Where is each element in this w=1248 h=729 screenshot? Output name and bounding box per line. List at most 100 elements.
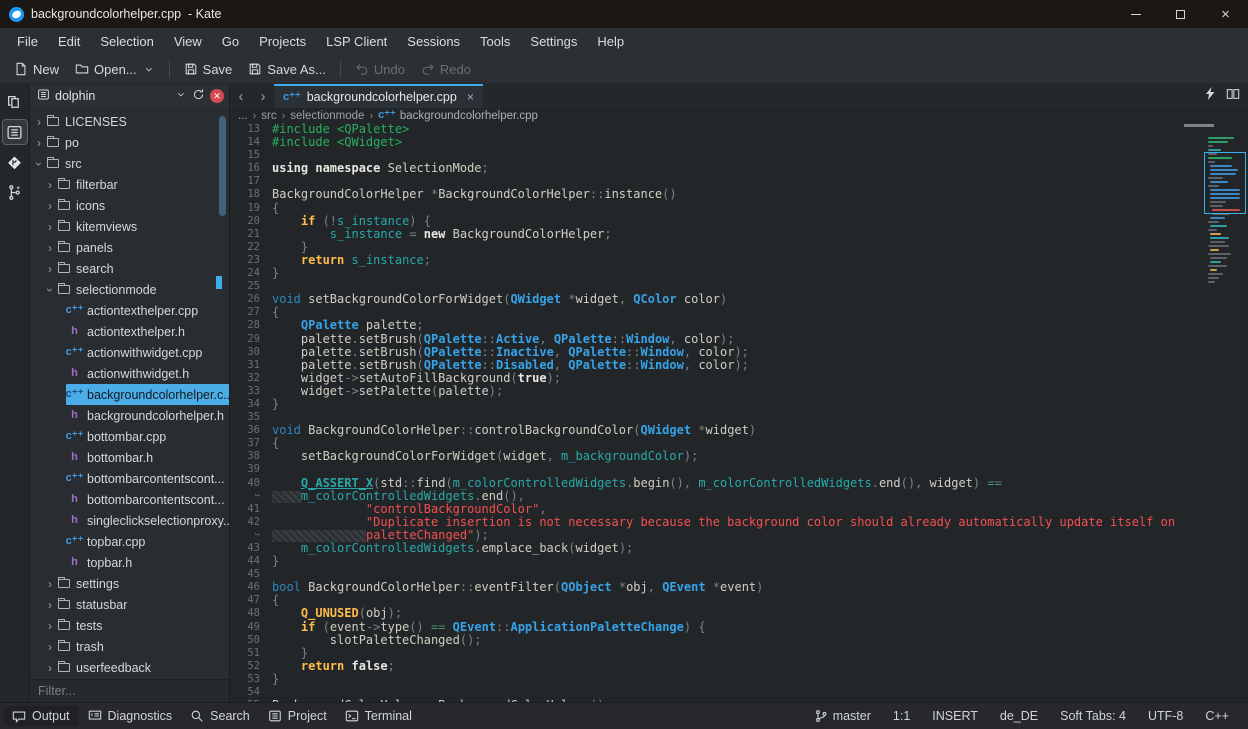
tree-item-kitemviews[interactable]: ›kitemviews — [30, 216, 229, 237]
close-project-icon[interactable]: ✕ — [210, 89, 224, 103]
tree-item-actiontexthelper-h[interactable]: hactiontexthelper.h — [30, 321, 229, 342]
expander-chevron-icon[interactable]: › — [45, 199, 55, 213]
statusbar-utf-8[interactable]: UTF-8 — [1139, 706, 1192, 726]
tree-item-topbar-cpp[interactable]: c⁺⁺topbar.cpp — [30, 531, 229, 552]
tree-item-label: po — [65, 136, 79, 150]
tree-item-search[interactable]: ›search — [30, 258, 229, 279]
menu-edit[interactable]: Edit — [49, 31, 89, 52]
tree-item-backgroundcolorhelper-c-[interactable]: c⁺⁺backgroundcolorhelper.c... — [30, 384, 229, 405]
menu-projects[interactable]: Projects — [250, 31, 315, 52]
undo-button[interactable]: Undo — [347, 59, 413, 80]
tab-backgroundcolorhelper[interactable]: c⁺⁺ backgroundcolorhelper.cpp × — [274, 84, 483, 108]
expander-chevron-icon[interactable]: › — [34, 136, 44, 150]
refresh-icon[interactable] — [192, 88, 205, 104]
expander-chevron-icon[interactable]: › — [45, 220, 55, 234]
tree-item-actionwithwidget-h[interactable]: hactionwithwidget.h — [30, 363, 229, 384]
minimize-button[interactable] — [1113, 0, 1158, 28]
chevron-down-icon[interactable] — [176, 89, 187, 103]
tab-close-icon[interactable]: × — [467, 90, 474, 104]
menu-go[interactable]: Go — [213, 31, 248, 52]
line-number: 18 — [230, 188, 272, 201]
filter-input[interactable] — [38, 684, 221, 698]
tree-item-bottombarcontentscont-[interactable]: c⁺⁺bottombarcontentscont... — [30, 468, 229, 489]
tree-item-bottombar-h[interactable]: hbottombar.h — [30, 447, 229, 468]
tree-item-trash[interactable]: ›trash — [30, 636, 229, 657]
expander-chevron-icon[interactable]: › — [34, 115, 44, 129]
statusbar-master[interactable]: master — [805, 706, 880, 726]
tree-item-bottombar-cpp[interactable]: c⁺⁺bottombar.cpp — [30, 426, 229, 447]
tree-item-bottombarcontentscont-[interactable]: hbottombarcontentscont... — [30, 489, 229, 510]
redo-button[interactable]: Redo — [413, 59, 479, 80]
tree-item-actiontexthelper-cpp[interactable]: c⁺⁺actiontexthelper.cpp — [30, 300, 229, 321]
tree-item-licenses[interactable]: ›LICENSES — [30, 111, 229, 132]
tree-scrollbar[interactable] — [219, 116, 226, 216]
maximize-button[interactable] — [1158, 0, 1203, 28]
expander-chevron-icon[interactable]: › — [45, 640, 55, 654]
expander-chevron-icon[interactable]: › — [45, 577, 55, 591]
tree-item-singleclickselectionproxy-[interactable]: hsingleclickselectionproxy... — [30, 510, 229, 531]
tree-item-filterbar[interactable]: ›filterbar — [30, 174, 229, 195]
expander-chevron-icon[interactable]: › — [45, 661, 55, 675]
expander-chevron-icon[interactable]: › — [45, 178, 55, 192]
minimap-scrollbar[interactable] — [1206, 137, 1246, 697]
statusbar-search-button[interactable]: Search — [182, 706, 258, 726]
expander-chevron-icon[interactable]: › — [45, 619, 55, 633]
statusbar-c++[interactable]: C++ — [1196, 706, 1238, 726]
tree-item-tests[interactable]: ›tests — [30, 615, 229, 636]
tree-item-selectionmode[interactable]: ›selectionmode — [30, 279, 229, 300]
statusbar-insert[interactable]: INSERT — [923, 706, 987, 726]
lightning-icon[interactable] — [1205, 87, 1216, 105]
expander-chevron-icon[interactable]: › — [43, 285, 57, 295]
project-selector[interactable]: dolphin — [55, 89, 95, 103]
tree-item-topbar-h[interactable]: htopbar.h — [30, 552, 229, 573]
menu-file[interactable]: File — [8, 31, 47, 52]
close-button[interactable]: × — [1203, 0, 1248, 28]
expander-chevron-icon[interactable]: › — [45, 241, 55, 255]
breadcrumb--[interactable]: ... — [238, 110, 248, 122]
tree-item-icons[interactable]: ›icons — [30, 195, 229, 216]
open-button[interactable]: Open... — [67, 59, 163, 80]
dock-git-button[interactable] — [3, 150, 27, 174]
folder-icon — [57, 642, 70, 651]
menu-help[interactable]: Help — [588, 31, 633, 52]
code-editor[interactable]: 13#include <QPalette>14#include <QWidget… — [230, 123, 1248, 702]
menu-lsp-client[interactable]: LSP Client — [317, 31, 396, 52]
tree-item-panels[interactable]: ›panels — [30, 237, 229, 258]
save-button[interactable]: Save — [176, 59, 241, 80]
expander-chevron-icon[interactable]: › — [45, 262, 55, 276]
breadcrumb-selectionmode[interactable]: selectionmode — [290, 110, 364, 122]
tree-item-statusbar[interactable]: ›statusbar — [30, 594, 229, 615]
dock-documents-button[interactable] — [3, 90, 27, 114]
tree-item-po[interactable]: › po — [30, 132, 229, 153]
window-title: backgroundcolorhelper.cpp - Kate — [31, 7, 221, 21]
tree-item-settings[interactable]: ›settings — [30, 573, 229, 594]
split-view-icon[interactable] — [1226, 87, 1240, 106]
statusbar-soft-tabs-4[interactable]: Soft Tabs: 4 — [1051, 706, 1135, 726]
tree-item-userfeedback[interactable]: ›userfeedback — [30, 657, 229, 678]
menu-sessions[interactable]: Sessions — [398, 31, 469, 52]
dock-projects-button[interactable] — [3, 120, 27, 144]
forward-button[interactable]: › — [252, 84, 274, 108]
expander-chevron-icon[interactable]: › — [32, 159, 46, 169]
tree-item-src[interactable]: ›src — [30, 153, 229, 174]
statusbar-diagnostics-button[interactable]: Diagnostics — [80, 706, 181, 726]
statusbar-terminal-button[interactable]: Terminal — [337, 706, 420, 726]
statusbar-project-button[interactable]: Project — [260, 706, 335, 726]
breadcrumb-src[interactable]: src — [261, 110, 276, 122]
dock-symbols-button[interactable] — [3, 180, 27, 204]
expander-chevron-icon[interactable]: › — [45, 598, 55, 612]
back-button[interactable]: ‹ — [230, 84, 252, 108]
new-button[interactable]: New — [6, 59, 67, 80]
save-as-button[interactable]: Save As... — [240, 59, 334, 80]
tree-item-actionwithwidget-cpp[interactable]: c⁺⁺actionwithwidget.cpp — [30, 342, 229, 363]
statusbar-output-button[interactable]: Output — [4, 706, 78, 726]
menu-settings[interactable]: Settings — [521, 31, 586, 52]
breadcrumb-backgroundcolorhelper-cpp[interactable]: c⁺⁺backgroundcolorhelper.cpp — [378, 110, 538, 122]
menu-selection[interactable]: Selection — [91, 31, 162, 52]
menu-view[interactable]: View — [165, 31, 211, 52]
statusbar-1-1[interactable]: 1:1 — [884, 706, 919, 726]
tree-item-backgroundcolorhelper-h[interactable]: hbackgroundcolorhelper.h — [30, 405, 229, 426]
minimap-viewport[interactable] — [1204, 152, 1246, 214]
menu-tools[interactable]: Tools — [471, 31, 519, 52]
statusbar-de-de[interactable]: de_DE — [991, 706, 1047, 726]
